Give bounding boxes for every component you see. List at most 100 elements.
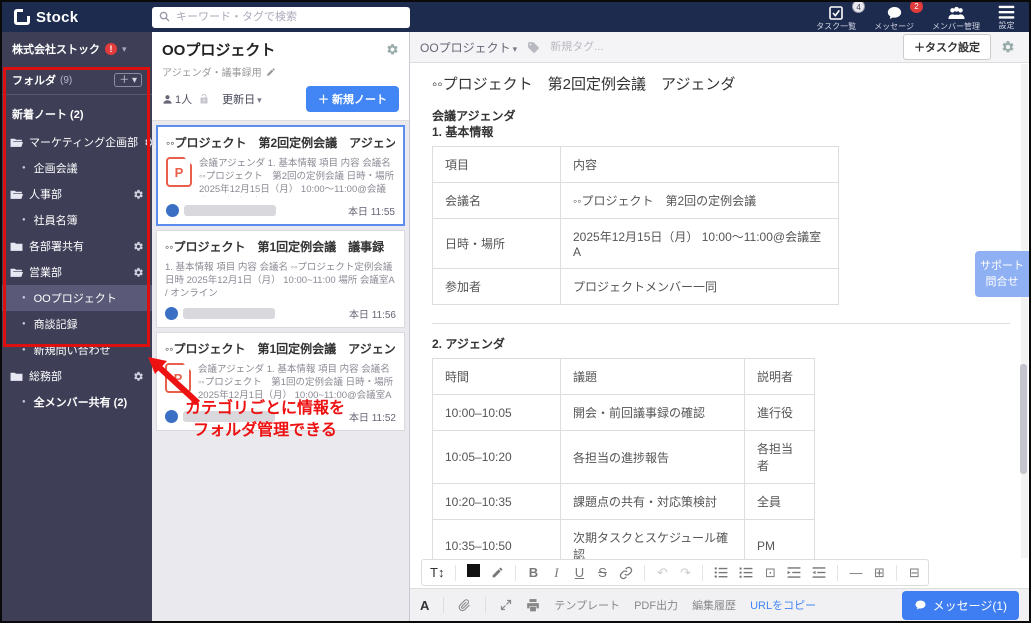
- indent-button[interactable]: [787, 566, 801, 579]
- author-name-redacted: [183, 308, 275, 319]
- bullet-list-button[interactable]: [714, 566, 728, 579]
- sidebar-folder-eigyo[interactable]: 営業部: [2, 259, 152, 285]
- note-timestamp: 本日 11:55: [347, 207, 395, 218]
- link-button[interactable]: [619, 566, 633, 580]
- sidebar-item-oo-project[interactable]: OOプロジェクト: [2, 285, 152, 311]
- folder-tree: 新着ノート (2) マーケティング企画部 企画会議 人事部 社員名簿 各部署共有: [2, 95, 155, 415]
- horizontal-rule-button[interactable]: —: [849, 565, 862, 581]
- folder-dropdown[interactable]: OOプロジェクト: [420, 39, 517, 56]
- table-row: 10:05–10:20 各担当の進捗報告 各担当者: [432, 430, 815, 484]
- note-list-panel: OOプロジェクト アジェンダ・議事録用 1人 更新日 ＋ 新規ノート ◦◦プロジ…: [152, 32, 410, 621]
- divider: [432, 323, 1010, 324]
- folder-description: アジェンダ・議事録用: [162, 68, 262, 79]
- author-name-redacted: [184, 205, 276, 216]
- note-card[interactable]: ◦◦プロジェクト 第2回定例会議 アジェンダ P 会議アジェンダ 1. 基本情報…: [156, 125, 405, 226]
- chat-bubble-icon: [886, 5, 903, 21]
- folder-open-icon: [10, 267, 23, 278]
- search-icon: [159, 11, 170, 22]
- new-tag-input[interactable]: [550, 41, 671, 53]
- text-size-button[interactable]: T↕: [430, 565, 444, 581]
- document-body[interactable]: ◦◦プロジェクト 第2回定例会議 アジェンダ 会議アジェンダ 1. 基本情報 項…: [410, 63, 1019, 559]
- indent-icon: [788, 567, 801, 578]
- insert-table-button[interactable]: ⊞: [873, 565, 885, 581]
- heading-agenda: 会議アジェンダ: [432, 109, 516, 123]
- hamburger-icon: [998, 5, 1015, 20]
- table-row: 10:20–10:35 課題点の共有・対応策検討 全員: [432, 483, 815, 520]
- sidebar-folder-jinji[interactable]: 人事部: [2, 181, 152, 207]
- message-badge: 2: [910, 2, 923, 13]
- attach-file-button[interactable]: [458, 598, 471, 612]
- pdf-export-button[interactable]: PDF出力: [634, 597, 678, 613]
- nav-messages[interactable]: 2 メッセージ: [874, 2, 923, 32]
- bold-button[interactable]: B: [527, 565, 539, 581]
- sidebar-folder-kakubusho[interactable]: 各部署共有: [2, 233, 152, 259]
- italic-button[interactable]: I: [550, 565, 562, 581]
- note-card[interactable]: ◦◦プロジェクト 第1回定例会議 議事録 1. 基本情報 項目 内容 会議名 ◦…: [156, 230, 405, 328]
- paperclip-icon: [459, 599, 471, 612]
- gear-icon[interactable]: [386, 43, 399, 56]
- table-row: 項目 内容: [432, 146, 839, 183]
- nav-settings[interactable]: 設定: [998, 3, 1015, 31]
- template-button[interactable]: テンプレート: [554, 597, 620, 613]
- font-button[interactable]: A: [420, 598, 429, 613]
- ordered-list-button[interactable]: [739, 566, 753, 579]
- outdent-button[interactable]: [812, 566, 826, 579]
- sidebar-folder-marketing[interactable]: マーケティング企画部: [2, 129, 155, 155]
- sidebar: 株式会社ストック ! ▾ フォルダ (9) ＋ ▾ 新着ノート (2) マーケテ…: [2, 32, 155, 621]
- org-selector[interactable]: 株式会社ストック ! ▾: [2, 32, 152, 64]
- highlighter-button[interactable]: [491, 566, 504, 579]
- support-contact-tab[interactable]: サポート 問合せ: [975, 251, 1029, 297]
- gear-icon[interactable]: [144, 137, 155, 148]
- tag-bar: OOプロジェクト ＋タスク設定: [410, 32, 1029, 63]
- add-folder-button[interactable]: ＋ ▾: [114, 73, 142, 87]
- copy-url-button[interactable]: URLをコピー: [750, 597, 816, 613]
- gear-icon[interactable]: [133, 241, 144, 252]
- note-timestamp: 本日 11:56: [348, 310, 396, 321]
- pen-icon: [493, 567, 503, 578]
- gear-icon[interactable]: [133, 189, 144, 200]
- annotation-text: カテゴリごとに情報を フォルダ管理できる: [184, 400, 345, 439]
- scrollbar-thumb[interactable]: [1020, 364, 1027, 474]
- table-row: 10:35–10:50 次期タスクとスケジュール確認 PM: [432, 519, 815, 559]
- print-button[interactable]: [526, 598, 540, 612]
- redo-button[interactable]: ↷: [679, 565, 691, 581]
- pencil-icon[interactable]: [266, 67, 276, 77]
- sidebar-item-kikaku-kaigi[interactable]: 企画会議: [2, 155, 152, 181]
- sidebar-item-all-members[interactable]: 全メンバー共有 (2): [2, 389, 152, 415]
- stock-logo-icon: [14, 9, 30, 25]
- sort-select[interactable]: 更新日: [222, 91, 262, 107]
- search-input[interactable]: [152, 6, 410, 28]
- strikethrough-button[interactable]: S: [596, 565, 608, 581]
- task-setting-button[interactable]: ＋タスク設定: [903, 34, 991, 60]
- text-color-button[interactable]: [467, 564, 481, 581]
- sidebar-item-shodan-kiroku[interactable]: 商談記録: [2, 311, 152, 337]
- new-note-button[interactable]: ＋ 新規ノート: [305, 86, 399, 112]
- link-icon: [620, 566, 633, 579]
- gear-icon[interactable]: [133, 267, 144, 278]
- fullscreen-button[interactable]: [500, 599, 512, 611]
- app-logo-text: Stock: [36, 8, 79, 26]
- checkbox-list-button[interactable]: ⊡: [764, 565, 776, 581]
- sidebar-item-new-notes[interactable]: 新着ノート (2): [2, 99, 152, 129]
- scrollbar-track[interactable]: [1020, 64, 1028, 558]
- underline-button[interactable]: U: [573, 565, 585, 581]
- editor-toolbar: T↕ B I U S ↶ ↷ ⊡ — ⊞ ⊟: [421, 559, 930, 586]
- gear-icon[interactable]: [1001, 40, 1019, 54]
- people-icon: [947, 5, 966, 21]
- undo-button[interactable]: ↶: [656, 565, 668, 581]
- note-snippet: 1. 基本情報 項目 内容 会議名 ◦◦プロジェクト定例会議 日時 2025年1…: [165, 262, 395, 299]
- heading-agenda-2: 2. アジェンダ: [432, 337, 505, 351]
- color-swatch-icon: [467, 564, 481, 577]
- gear-icon[interactable]: [133, 371, 144, 382]
- nav-members[interactable]: メンバー管理: [932, 3, 980, 32]
- sidebar-folder-somu[interactable]: 総務部: [2, 363, 152, 389]
- folder-open-icon: [10, 137, 23, 148]
- sidebar-item-shinki-toiawase[interactable]: 新規問い合わせ: [2, 337, 152, 363]
- app-logo[interactable]: Stock: [2, 9, 152, 26]
- member-count[interactable]: 1人: [162, 91, 192, 107]
- collapse-section-button[interactable]: ⊟: [908, 565, 920, 581]
- sidebar-item-shain-meibo[interactable]: 社員名簿: [2, 207, 152, 233]
- edit-history-button[interactable]: 編集履歴: [692, 597, 736, 613]
- nav-task-list[interactable]: 4 タスク一覧: [816, 2, 866, 32]
- message-button[interactable]: メッセージ(1): [901, 590, 1019, 620]
